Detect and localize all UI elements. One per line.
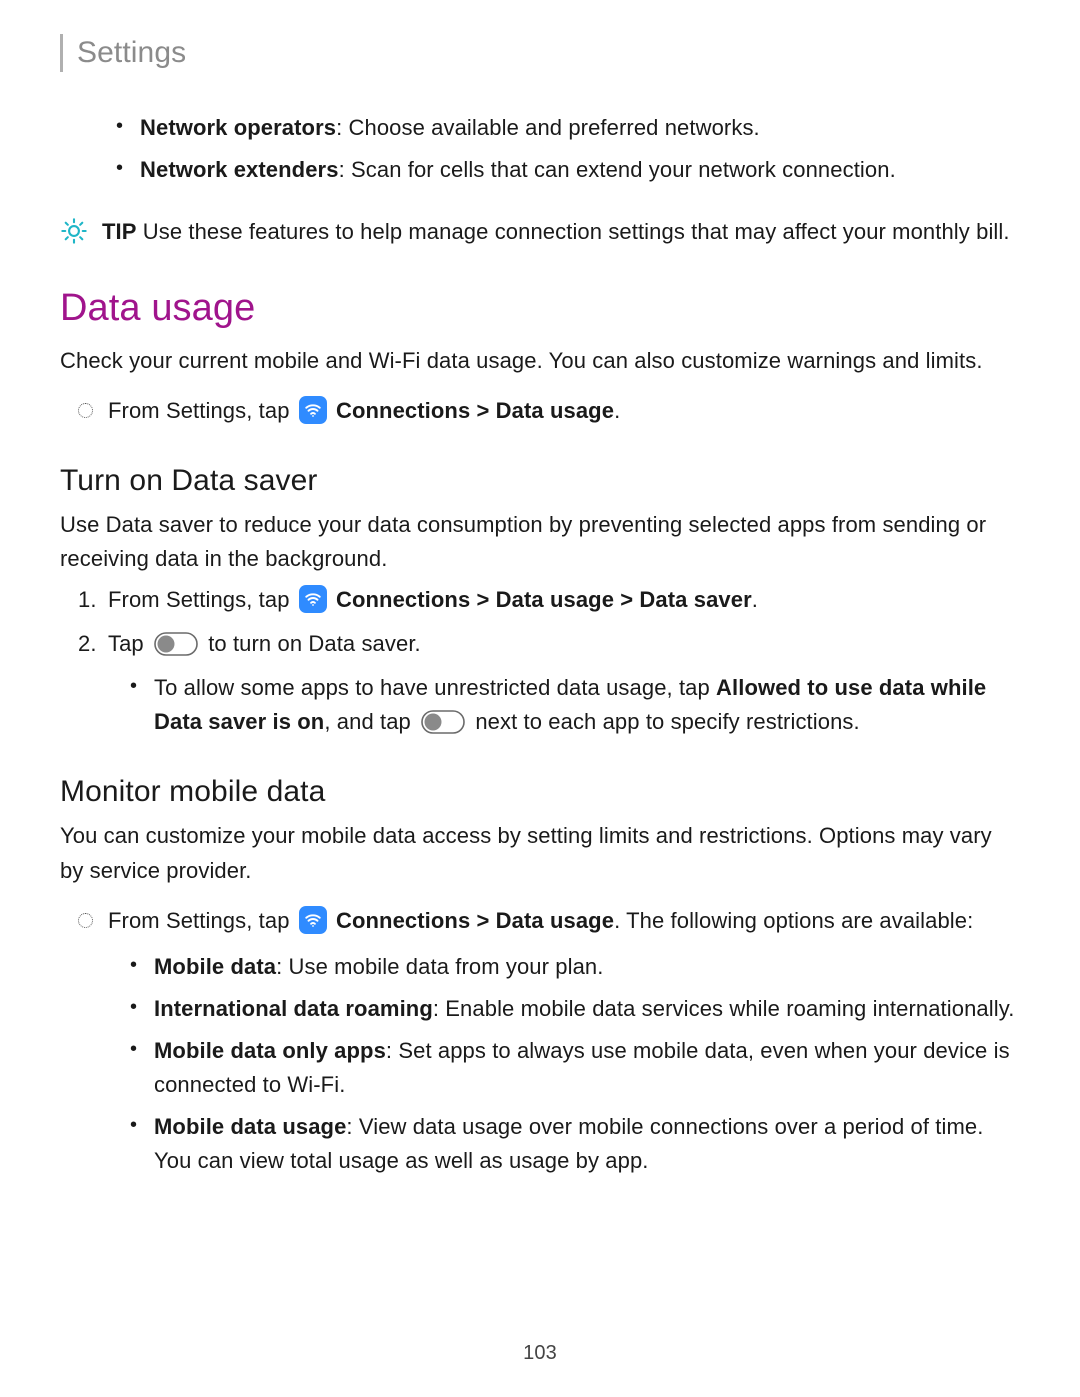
connections-icon	[299, 906, 327, 934]
list-item: Mobile data: Use mobile data from your p…	[108, 950, 1020, 984]
step-path: Connections > Data usage > Data saver	[336, 587, 752, 612]
sub-b: , and tap	[324, 709, 417, 734]
desc: : Enable mobile data services while roam…	[433, 996, 1015, 1021]
nav-path: Connections > Data usage	[336, 398, 614, 423]
list-item: Network extenders: Scan for cells that c…	[60, 153, 1020, 187]
nav-path: Connections > Data usage	[336, 908, 614, 933]
nav-trail: The following options are available:	[626, 908, 973, 933]
heading-data-saver: Turn on Data saver	[60, 458, 1020, 505]
step2a: Tap	[108, 631, 150, 656]
term: International data roaming	[154, 996, 433, 1021]
list-item: To allow some apps to have unrestricted …	[108, 671, 1020, 739]
connections-icon	[299, 585, 327, 613]
connections-icon	[299, 396, 327, 424]
monitor-intro: You can customize your mobile data acces…	[60, 819, 1020, 887]
step-suffix: .	[752, 587, 758, 612]
list-item: 1. From Settings, tap Connections > Data…	[60, 583, 1020, 617]
data-saver-steps: 1. From Settings, tap Connections > Data…	[60, 583, 1020, 739]
sub-c: next to each app to specify restrictions…	[475, 709, 859, 734]
list-item: Network operators: Choose available and …	[60, 111, 1020, 145]
data-usage-intro: Check your current mobile and Wi-Fi data…	[60, 344, 1020, 378]
page-header: Settings	[60, 30, 1020, 77]
step-number: 1.	[78, 583, 97, 617]
nav-instruction: From Settings, tap Connections > Data us…	[60, 394, 1020, 428]
tip-label: TIP	[102, 219, 137, 244]
step-prefix: From Settings, tap	[108, 587, 296, 612]
step2b: to turn on Data saver.	[208, 631, 421, 656]
heading-data-usage: Data usage	[60, 279, 1020, 338]
desc: : Use mobile data from your plan.	[276, 954, 603, 979]
desc: : Scan for cells that can extend your ne…	[339, 157, 896, 182]
monitor-options-list: Mobile data: Use mobile data from your p…	[108, 950, 1020, 1179]
page-number: 103	[0, 1338, 1080, 1369]
top-bullet-list: Network operators: Choose available and …	[60, 111, 1020, 187]
tip-body: Use these features to help manage connec…	[137, 219, 1010, 244]
toggle-off-icon	[154, 632, 198, 656]
step-number: 2.	[78, 627, 97, 661]
term: Mobile data	[154, 954, 276, 979]
sub-bullet-list: To allow some apps to have unrestricted …	[108, 671, 1020, 739]
header-title: Settings	[77, 30, 186, 77]
list-item: 2. Tap to turn on Data saver. To allow s…	[60, 627, 1020, 739]
term: Network extenders	[140, 157, 339, 182]
header-accent-bar	[60, 34, 63, 72]
nav-prefix: From Settings, tap	[108, 908, 296, 933]
nav-instruction: From Settings, tap Connections > Data us…	[60, 904, 1020, 1179]
toggle-off-icon	[421, 710, 465, 734]
heading-monitor: Monitor mobile data	[60, 769, 1020, 816]
list-item: Mobile data usage: View data usage over …	[108, 1110, 1020, 1178]
lightbulb-icon	[60, 217, 88, 255]
desc: : Choose available and preferred network…	[336, 115, 760, 140]
sub-a: To allow some apps to have unrestricted …	[154, 675, 716, 700]
term: Mobile data usage	[154, 1114, 346, 1139]
list-item: Mobile data only apps: Set apps to alway…	[108, 1034, 1020, 1102]
nav-prefix: From Settings, tap	[108, 398, 296, 423]
tip-block: TIP Use these features to help manage co…	[60, 215, 1020, 255]
list-item: International data roaming: Enable mobil…	[108, 992, 1020, 1026]
nav-suffix: .	[614, 398, 620, 423]
term: Network operators	[140, 115, 336, 140]
tip-text: TIP Use these features to help manage co…	[102, 215, 1020, 249]
data-saver-intro: Use Data saver to reduce your data consu…	[60, 508, 1020, 576]
nav-suffix: .	[614, 908, 626, 933]
term: Mobile data only apps	[154, 1038, 386, 1063]
